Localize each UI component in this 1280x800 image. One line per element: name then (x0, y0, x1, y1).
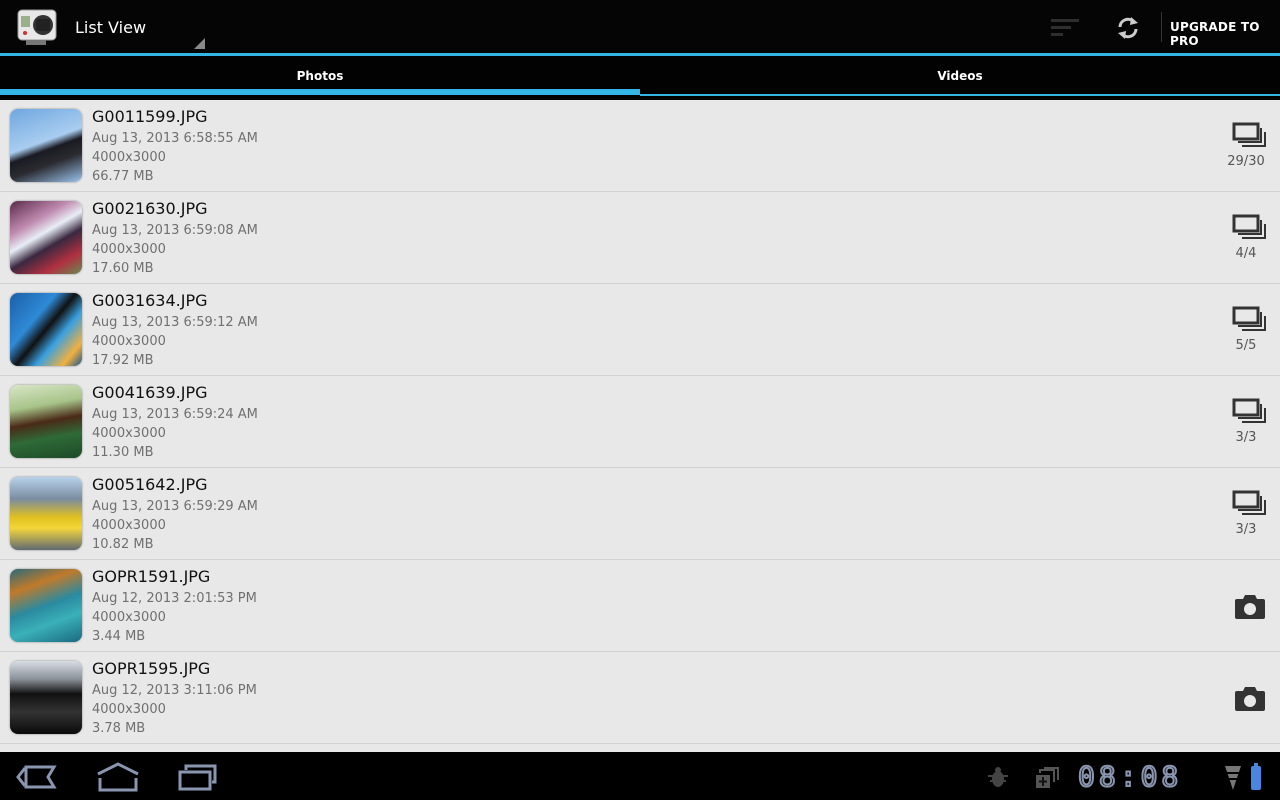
camera-icon (1233, 685, 1267, 713)
spinner-indicator-icon[interactable] (194, 38, 205, 49)
wifi-icon[interactable] (1224, 764, 1242, 792)
list-item[interactable]: GOPR1595.JPG Aug 12, 2013 3:11:06 PM 400… (0, 652, 1280, 744)
file-date: Aug 13, 2013 6:59:12 AM (92, 315, 258, 330)
thumbnail-skydiver-blue-sky[interactable] (10, 293, 82, 366)
file-name: G0031634.JPG (92, 291, 208, 310)
thumbnail-car-interior[interactable] (10, 661, 82, 734)
thumbnail-skydiver-goggles[interactable] (10, 201, 82, 274)
file-resolution: 4000x3000 (92, 242, 166, 257)
burst-count: 29/30 (1227, 154, 1265, 169)
file-date: Aug 13, 2013 6:59:08 AM (92, 223, 258, 238)
file-name: G0041639.JPG (92, 383, 208, 402)
burst-stack-icon (1232, 122, 1266, 150)
file-date: Aug 13, 2013 6:59:29 AM (92, 499, 258, 514)
file-resolution: 4000x3000 (92, 334, 166, 349)
file-date: Aug 12, 2013 2:01:53 PM (92, 591, 257, 606)
file-name: G0051642.JPG (92, 475, 208, 494)
file-size: 17.60 MB (92, 261, 154, 276)
list-item[interactable]: G0031634.JPG Aug 13, 2013 6:59:12 AM 400… (0, 284, 1280, 376)
burst-stack-icon (1232, 398, 1266, 426)
burst-count: 5/5 (1235, 338, 1257, 353)
file-date: Aug 13, 2013 6:58:55 AM (92, 131, 258, 146)
list-item[interactable]: GOPR1591.JPG Aug 12, 2013 2:01:53 PM 400… (0, 560, 1280, 652)
file-name: GOPR1591.JPG (92, 567, 211, 586)
upgrade-to-pro-button[interactable]: UPGRADE TO PRO (1170, 20, 1280, 48)
list-item[interactable]: G0051642.JPG Aug 13, 2013 6:59:29 AM 400… (0, 468, 1280, 560)
action-divider (1161, 12, 1162, 42)
file-name: G0011599.JPG (92, 107, 208, 126)
file-name: G0021630.JPG (92, 199, 208, 218)
file-resolution: 4000x3000 (92, 610, 166, 625)
burst-stack-icon (1232, 214, 1266, 242)
file-name: GOPR1595.JPG (92, 659, 211, 678)
file-resolution: 4000x3000 (92, 426, 166, 441)
bug-icon[interactable] (986, 766, 1010, 788)
file-resolution: 4000x3000 (92, 702, 166, 717)
file-date: Aug 12, 2013 3:11:06 PM (92, 683, 257, 698)
stacked-windows-icon[interactable] (1034, 766, 1060, 790)
file-size: 17.92 MB (92, 353, 154, 368)
list-item[interactable]: G0041639.JPG Aug 13, 2013 6:59:24 AM 400… (0, 376, 1280, 468)
file-size: 3.78 MB (92, 721, 146, 736)
system-bar: 08:08 (0, 752, 1280, 800)
camera-icon (1233, 593, 1267, 621)
media-list[interactable]: G0011599.JPG Aug 13, 2013 6:58:55 AM 400… (0, 100, 1280, 752)
tab-selected-indicator (0, 89, 640, 95)
file-size: 10.82 MB (92, 537, 154, 552)
list-item[interactable]: G0011599.JPG Aug 13, 2013 6:58:55 AM 400… (0, 100, 1280, 192)
back-icon[interactable] (16, 762, 58, 792)
recent-apps-icon[interactable] (178, 762, 218, 792)
refresh-icon[interactable] (1114, 14, 1142, 42)
file-size: 11.30 MB (92, 445, 154, 460)
tab-baseline (640, 94, 1280, 96)
battery-icon[interactable] (1250, 763, 1262, 791)
burst-stack-icon (1232, 306, 1266, 334)
thumbnail-mountain-paraglide[interactable] (10, 385, 82, 458)
file-resolution: 4000x3000 (92, 518, 166, 533)
view-mode-spinner[interactable]: List View (75, 18, 146, 37)
file-size: 66.77 MB (92, 169, 154, 184)
file-resolution: 4000x3000 (92, 150, 166, 165)
burst-count: 4/4 (1235, 246, 1257, 261)
thumbnail-skydiving-tandem[interactable] (10, 109, 82, 182)
list-item[interactable]: G0021630.JPG Aug 13, 2013 6:59:08 AM 400… (0, 192, 1280, 284)
sort-icon[interactable] (1051, 19, 1079, 37)
thumbnail-sea-turtle[interactable] (10, 569, 82, 642)
action-bar: List View UPGRADE TO PRO (0, 0, 1280, 56)
home-icon[interactable] (96, 762, 140, 792)
file-size: 3.44 MB (92, 629, 146, 644)
burst-stack-icon (1232, 490, 1266, 518)
burst-count: 3/3 (1235, 430, 1257, 445)
thumbnail-ski-legs[interactable] (10, 477, 82, 550)
tab-bar: Photos Videos (0, 56, 1280, 100)
file-date: Aug 13, 2013 6:59:24 AM (92, 407, 258, 422)
clock[interactable]: 08:08 (1077, 761, 1182, 793)
gopro-camera-icon[interactable] (16, 7, 58, 47)
burst-count: 3/3 (1235, 522, 1257, 537)
